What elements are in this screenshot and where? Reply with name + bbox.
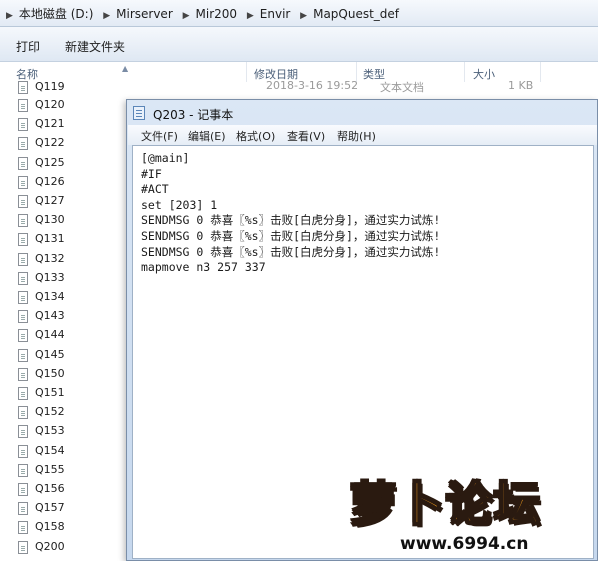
breadcrumb-envir[interactable]: Envir — [260, 7, 291, 21]
notepad-icon — [133, 106, 145, 120]
sort-up-icon: ▲ — [122, 64, 129, 73]
text-line: [@main] — [141, 151, 190, 165]
file-name: Q145 — [35, 347, 65, 361]
text-file-icon — [18, 137, 28, 151]
text-file-icon — [18, 348, 28, 362]
new-folder-button[interactable]: 新建文件夹 — [65, 38, 125, 55]
file-name: Q155 — [35, 462, 65, 476]
text-line: #IF — [141, 166, 162, 181]
file-name: Q144 — [35, 328, 65, 342]
text-file-icon — [18, 521, 28, 535]
explorer-toolbar: 打印 新建文件夹 — [0, 27, 598, 62]
file-name: Q158 — [35, 520, 65, 534]
file-name: Q153 — [35, 424, 65, 438]
file-name: Q127 — [35, 194, 65, 207]
chevron-right-icon: ▶ — [182, 11, 190, 21]
print-button[interactable]: 打印 — [16, 38, 40, 55]
text-file-icon — [18, 406, 28, 420]
file-modified: 2018-3-16 19:52 — [266, 79, 359, 92]
file-name: Q150 — [35, 366, 65, 380]
text-file-icon — [18, 81, 28, 94]
text-file-icon — [18, 156, 28, 170]
breadcrumb-mirserver[interactable]: Mirserver — [116, 7, 173, 21]
text-line: mapmove n3 257 337 — [141, 260, 266, 275]
file-name: Q130 — [35, 213, 65, 227]
text-file-icon — [18, 252, 28, 266]
text-line: SENDMSG 0 恭喜〖%s〗击败[白虎分身]，通过实力试炼! — [141, 213, 441, 228]
file-name: Q151 — [35, 386, 65, 399]
text-file-icon — [18, 444, 28, 458]
text-file-icon — [18, 387, 28, 400]
text-file-icon — [18, 291, 28, 304]
list-item[interactable]: Q119 2018-3-16 19:52 文本文档 1 KB — [18, 79, 578, 97]
file-size: 1 KB — [508, 79, 534, 92]
text-file-icon — [18, 195, 28, 208]
text-file-icon — [18, 99, 28, 112]
text-line: SENDMSG 0 恭喜〖%s〗击败[白虎分身]，通过实力试炼! — [141, 228, 441, 243]
breadcrumb: ▶ 本地磁盘 (D:) ▶ Mirserver ▶ Mir200 ▶ Envir ▶ Ma… — [0, 5, 399, 22]
file-name: Q134 — [35, 290, 65, 303]
breadcrumb-mapquest[interactable]: MapQuest_def — [313, 7, 399, 21]
text-file-icon — [18, 214, 28, 228]
chevron-right-icon: ▶ — [6, 11, 13, 21]
text-file-icon — [18, 233, 28, 247]
file-name: Q154 — [35, 443, 65, 457]
address-bar[interactable]: ▶ 本地磁盘 (D:) ▶ Mirserver ▶ Mir200 ▶ Envir ▶ Ma… — [0, 0, 598, 27]
menu-edit[interactable]: 编辑(E) — [188, 128, 226, 144]
breadcrumb-mir200[interactable]: Mir200 — [196, 7, 238, 21]
menu-format[interactable]: 格式(O) — [236, 128, 275, 144]
text-file-icon — [18, 175, 28, 189]
chevron-right-icon: ▶ — [300, 11, 308, 21]
menu-view[interactable]: 查看(V) — [287, 128, 325, 144]
file-name: Q157 — [35, 501, 65, 515]
text-file-icon — [18, 118, 28, 132]
file-name: Q126 — [35, 174, 65, 188]
text-file-icon — [18, 271, 28, 285]
file-name: Q143 — [35, 309, 65, 323]
text-file-icon — [18, 502, 28, 516]
text-file-icon — [18, 310, 28, 324]
logo-url: www.6994.cn — [400, 534, 529, 554]
file-name: Q122 — [35, 136, 65, 150]
text-line: SENDMSG 0 恭喜〖%s〗击败[白虎分身]，通过实力试炼! — [141, 244, 441, 259]
chevron-right-icon: ▶ — [246, 11, 254, 21]
file-name: Q133 — [35, 270, 65, 284]
window-title: Q203 - 记事本 — [153, 108, 234, 122]
text-file-icon — [18, 367, 28, 381]
text-file-icon — [18, 463, 28, 477]
forum-logo: 萝卜论坛 www.6994.cn — [349, 460, 590, 561]
text-file-icon — [18, 540, 28, 554]
chevron-right-icon: ▶ — [103, 11, 111, 21]
file-name: Q121 — [35, 117, 65, 131]
breadcrumb-drive[interactable]: 本地磁盘 (D:) — [19, 7, 93, 21]
file-name: Q120 — [35, 98, 65, 111]
file-name: Q156 — [35, 482, 65, 495]
file-name: Q119 — [35, 80, 65, 93]
text-line: set [203] 1 — [141, 197, 218, 212]
menu-bar: 文件(F) 编辑(E) 格式(O) 查看(V) 帮助(H) — [128, 125, 597, 145]
text-file-icon — [18, 329, 28, 343]
text-file-icon — [18, 483, 28, 496]
file-name: Q125 — [35, 155, 65, 169]
file-name: Q152 — [35, 405, 65, 419]
file-type: 文本文档 — [380, 81, 424, 94]
text-file-icon — [18, 425, 28, 439]
logo-text: 萝卜论坛 — [349, 476, 542, 532]
menu-help[interactable]: 帮助(H) — [337, 128, 376, 144]
text-line: #ACT — [141, 182, 169, 197]
file-name: Q131 — [35, 232, 65, 246]
file-name: Q132 — [35, 251, 65, 265]
menu-file[interactable]: 文件(F) — [141, 128, 178, 144]
file-name: Q200 — [35, 539, 65, 553]
